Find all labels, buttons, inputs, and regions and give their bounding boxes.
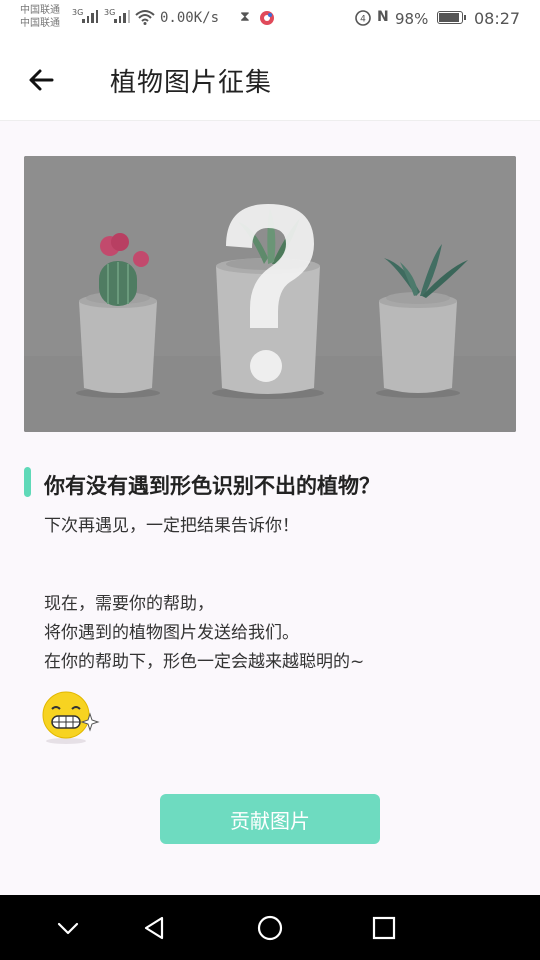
battery-icon bbox=[437, 11, 466, 24]
clock: 08:27 bbox=[474, 9, 521, 28]
carrier-2: 中国联通 bbox=[20, 18, 60, 29]
recents-nav-icon[interactable] bbox=[368, 912, 400, 944]
status-bar: 中国联通 中国联通 3G 3G 0.00K/s ⧗ 4 N 98% 08:27 bbox=[0, 0, 540, 38]
hero-image bbox=[24, 156, 516, 432]
grinning-emoji-icon bbox=[42, 691, 100, 744]
carrier-1: 中国联通 bbox=[20, 5, 60, 16]
hourglass-icon: ⧗ bbox=[240, 9, 250, 25]
battery-percent: 98% bbox=[395, 10, 429, 28]
paragraph-line: 在你的帮助下，形色一定会越来越聪明的~ bbox=[44, 652, 365, 672]
data-saver-icon: 4 bbox=[355, 10, 371, 26]
signal-1-icon bbox=[82, 10, 98, 23]
section-subline: 下次再遇见，一定把结果告诉你！ bbox=[44, 516, 299, 536]
section-headline: 你有没有遇到形色识别不出的植物？ bbox=[44, 474, 380, 498]
back-nav-icon[interactable] bbox=[138, 912, 170, 944]
system-nav-bar bbox=[0, 895, 540, 960]
app-notification-icon bbox=[260, 11, 274, 25]
nfc-icon: N bbox=[377, 9, 389, 25]
net-speed: 0.00K/s bbox=[160, 10, 220, 26]
plants-illustration bbox=[24, 156, 516, 432]
home-nav-icon[interactable] bbox=[254, 912, 286, 944]
signal-2-icon bbox=[114, 10, 130, 23]
section-accent-bar bbox=[24, 467, 31, 497]
page-title: 植物图片征集 bbox=[110, 68, 273, 98]
paragraph-line: 将你遇到的植物图片发送给我们。 bbox=[44, 623, 299, 643]
wifi-icon bbox=[135, 10, 155, 25]
paragraph-line: 现在，需要你的帮助， bbox=[44, 594, 214, 614]
hide-keyboard-icon[interactable] bbox=[52, 912, 84, 944]
contribute-button[interactable]: 贡献图片 bbox=[160, 794, 380, 844]
help-paragraph: 现在，需要你的帮助， 将你遇到的植物图片发送给我们。 在你的帮助下，形色一定会越… bbox=[44, 590, 364, 677]
app-bar: 植物图片征集 bbox=[0, 38, 540, 121]
back-arrow-icon[interactable] bbox=[22, 60, 62, 100]
carrier-info: 中国联通 中国联通 bbox=[20, 4, 60, 30]
svg-text:4: 4 bbox=[360, 15, 366, 25]
